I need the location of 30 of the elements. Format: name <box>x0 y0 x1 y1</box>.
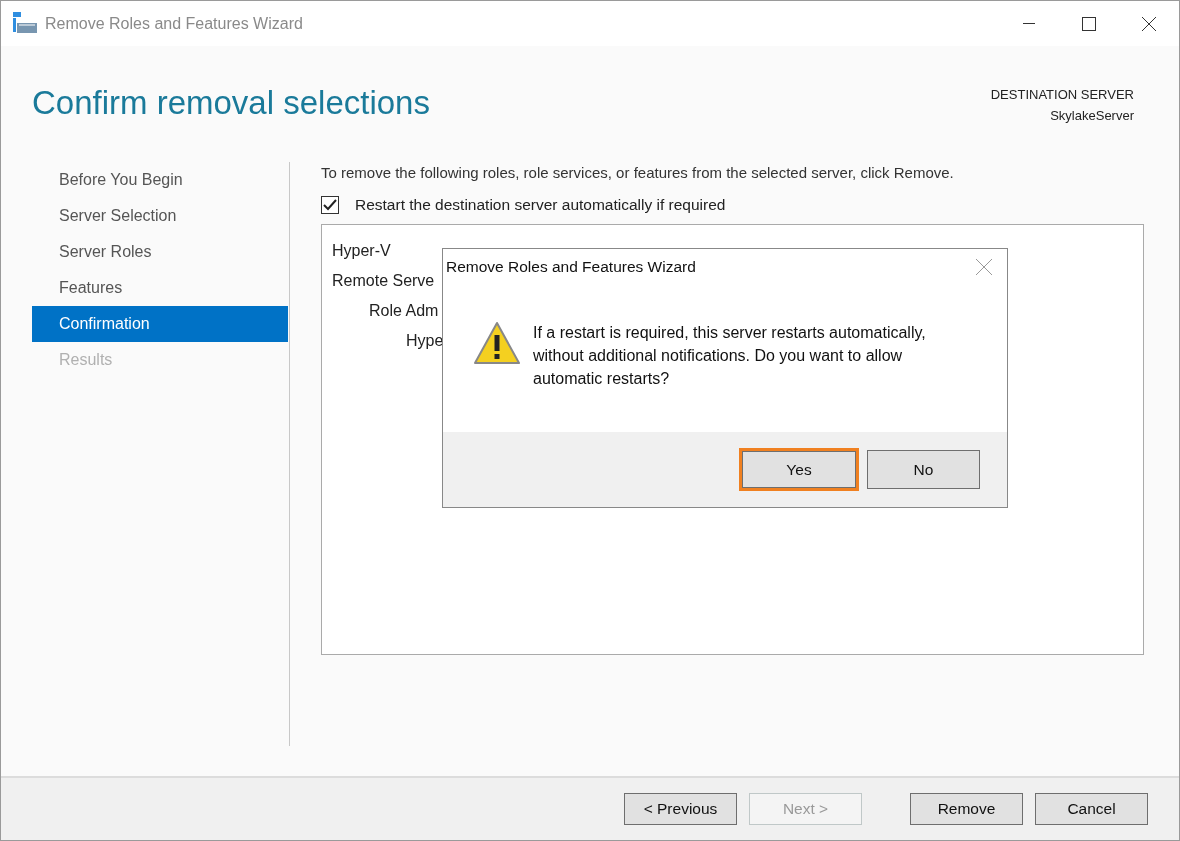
wizard-button[interactable]: Cancel <box>1035 793 1148 825</box>
close-icon <box>1142 16 1156 31</box>
wizard-step[interactable]: Confirmation <box>32 306 288 342</box>
close-icon[interactable] <box>976 259 992 275</box>
dialog-title: Remove Roles and Features Wizard <box>446 258 696 276</box>
dialog-button[interactable]: Yes <box>739 448 859 491</box>
minimize-icon <box>1023 22 1035 25</box>
list-item: Role Adm <box>369 301 439 321</box>
dialog-button[interactable]: No <box>867 450 980 489</box>
wizard-step[interactable]: Server Selection <box>32 198 288 234</box>
maximize-icon <box>1082 16 1096 31</box>
window-title: Remove Roles and Features Wizard <box>45 14 304 33</box>
instruction-text: To remove the following roles, role services, or features from the selected server, click Remove. <box>321 163 955 183</box>
server-app-icon <box>13 11 39 36</box>
checkbox-label: Restart the destination server automatically if required <box>355 196 726 214</box>
wizard-step[interactable]: Before You Begin <box>32 162 288 198</box>
wizard-step[interactable]: Server Roles <box>32 234 288 270</box>
restart-checkbox[interactable] <box>321 196 339 214</box>
checkmark-icon <box>323 199 337 211</box>
list-item: Remote Serve <box>332 271 435 291</box>
wizard-step[interactable]: Features <box>32 270 288 306</box>
dialog-message: If a restart is required, this server restarts automatically, without additional notifications. Do you want to allow automatic restarts? <box>533 323 927 389</box>
destination-server-name: SkylakeServer <box>1050 107 1134 125</box>
warning-icon <box>473 321 521 365</box>
destination-label: DESTINATION SERVER <box>990 86 1134 104</box>
list-item: Hyper-V <box>332 241 391 261</box>
list-item: Hype <box>406 331 444 351</box>
wizard-button[interactable]: < Previous <box>624 793 737 825</box>
page-heading: Confirm removal selections <box>32 84 430 123</box>
wizard-button[interactable]: Remove <box>910 793 1023 825</box>
